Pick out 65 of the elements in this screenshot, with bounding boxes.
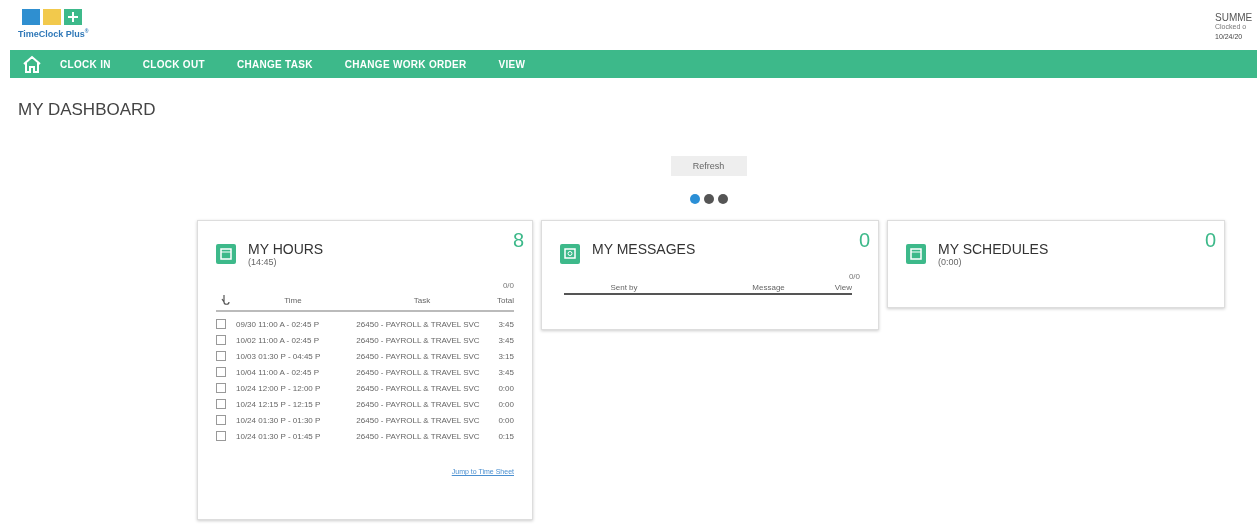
time-cell-text: 10/24 12:15 P - 12:15 P bbox=[235, 399, 322, 409]
time-cell-text: 10/02 11:00 A - 02:45 P bbox=[235, 335, 321, 345]
row-checkbox[interactable] bbox=[216, 399, 226, 409]
paging-text: 0/0 bbox=[502, 281, 514, 290]
row-checkbox[interactable] bbox=[216, 351, 226, 361]
row-checkbox[interactable] bbox=[216, 367, 226, 377]
message-icon bbox=[560, 244, 580, 264]
row-checkbox[interactable] bbox=[216, 383, 226, 393]
column-header: Message bbox=[751, 283, 786, 292]
carousel-dot[interactable] bbox=[689, 194, 700, 204]
row-checkbox[interactable] bbox=[216, 319, 226, 329]
total-cell-text: 3:45 bbox=[497, 367, 514, 377]
column-header: Task bbox=[412, 295, 432, 305]
time-cell-text: 10/03 01:30 P - 04:45 P bbox=[235, 351, 322, 361]
time-cell-text: 10/24 01:30 P - 01:30 P bbox=[235, 415, 322, 425]
total-cell-text: 3:45 bbox=[497, 319, 514, 329]
time-cell-text: 10/24 12:00 P - 12:00 P bbox=[235, 383, 322, 393]
task-cell-text: 26450 - PAYROLL & TRAVEL SVC bbox=[355, 335, 481, 345]
paging-text: 0/0 bbox=[848, 272, 860, 281]
count: 8 bbox=[512, 229, 524, 252]
count: 0 bbox=[858, 229, 870, 252]
nav-link[interactable]: CLOCK IN bbox=[60, 58, 111, 70]
count: 0 bbox=[1204, 229, 1216, 252]
time-cell-text: 10/04 11:00 A - 02:45 P bbox=[235, 367, 321, 377]
total-cell-text: 3:15 bbox=[497, 351, 514, 361]
card-title: MY MESSAGES bbox=[592, 241, 697, 257]
nav-link[interactable]: CHANGE WORK ORDER bbox=[344, 58, 467, 70]
total-cell-text: 0:15 bbox=[497, 431, 514, 441]
card-title: MY SCHEDULES bbox=[938, 241, 1050, 257]
task-cell-text: 26450 - PAYROLL & TRAVEL SVC bbox=[355, 383, 481, 393]
home-icon[interactable] bbox=[22, 55, 42, 73]
card-title: MY HOURS bbox=[248, 241, 325, 257]
nav-link[interactable]: VIEW bbox=[498, 58, 526, 70]
nav-link[interactable]: CLOCK OUT bbox=[142, 58, 205, 70]
card-subtitle: (0:00) bbox=[938, 257, 963, 267]
carousel-dot[interactable] bbox=[717, 194, 728, 204]
column-header: Total bbox=[496, 295, 514, 305]
refresh-button[interactable]: Refresh bbox=[670, 156, 747, 176]
logo-text: TimeClock Plus$^{®}$ bbox=[18, 28, 89, 39]
task-cell-text: 26450 - PAYROLL & TRAVEL SVC bbox=[355, 367, 481, 377]
task-cell-text: 26450 - PAYROLL & TRAVEL SVC bbox=[355, 399, 481, 409]
row-checkbox[interactable] bbox=[216, 431, 226, 441]
logo-icon bbox=[22, 9, 85, 25]
task-cell-text: 26450 - PAYROLL & TRAVEL SVC bbox=[355, 351, 481, 361]
column-header: Sent by bbox=[609, 283, 639, 292]
carousel-dot[interactable] bbox=[703, 194, 714, 204]
time-cell-text: 10/24 01:30 P - 01:45 P bbox=[235, 431, 322, 441]
page-title: MY DASHBOARD bbox=[17, 99, 157, 121]
total-cell-text: 0:00 bbox=[497, 383, 514, 393]
column-header: View bbox=[834, 283, 852, 292]
column-header: Time bbox=[283, 295, 303, 305]
task-cell-text: 26450 - PAYROLL & TRAVEL SVC bbox=[355, 415, 481, 425]
time-cell-text: 09/30 11:00 A - 02:45 P bbox=[235, 319, 321, 329]
task-cell-text: 26450 - PAYROLL & TRAVEL SVC bbox=[355, 319, 481, 329]
user-name: SUMME bbox=[1215, 12, 1254, 23]
task-cell-text: 26450 - PAYROLL & TRAVEL SVC bbox=[355, 431, 481, 441]
total-cell-text: 0:00 bbox=[497, 399, 514, 409]
row-checkbox[interactable] bbox=[216, 415, 226, 425]
total-cell-text: 3:45 bbox=[497, 335, 514, 345]
card-subtitle: (14:45) bbox=[248, 257, 278, 267]
total-cell-text: 0:00 bbox=[497, 415, 514, 425]
calendar-icon bbox=[906, 244, 926, 264]
calendar-icon bbox=[216, 244, 236, 264]
row-checkbox[interactable] bbox=[216, 335, 226, 345]
nav-link[interactable]: CHANGE TASK bbox=[236, 58, 313, 70]
